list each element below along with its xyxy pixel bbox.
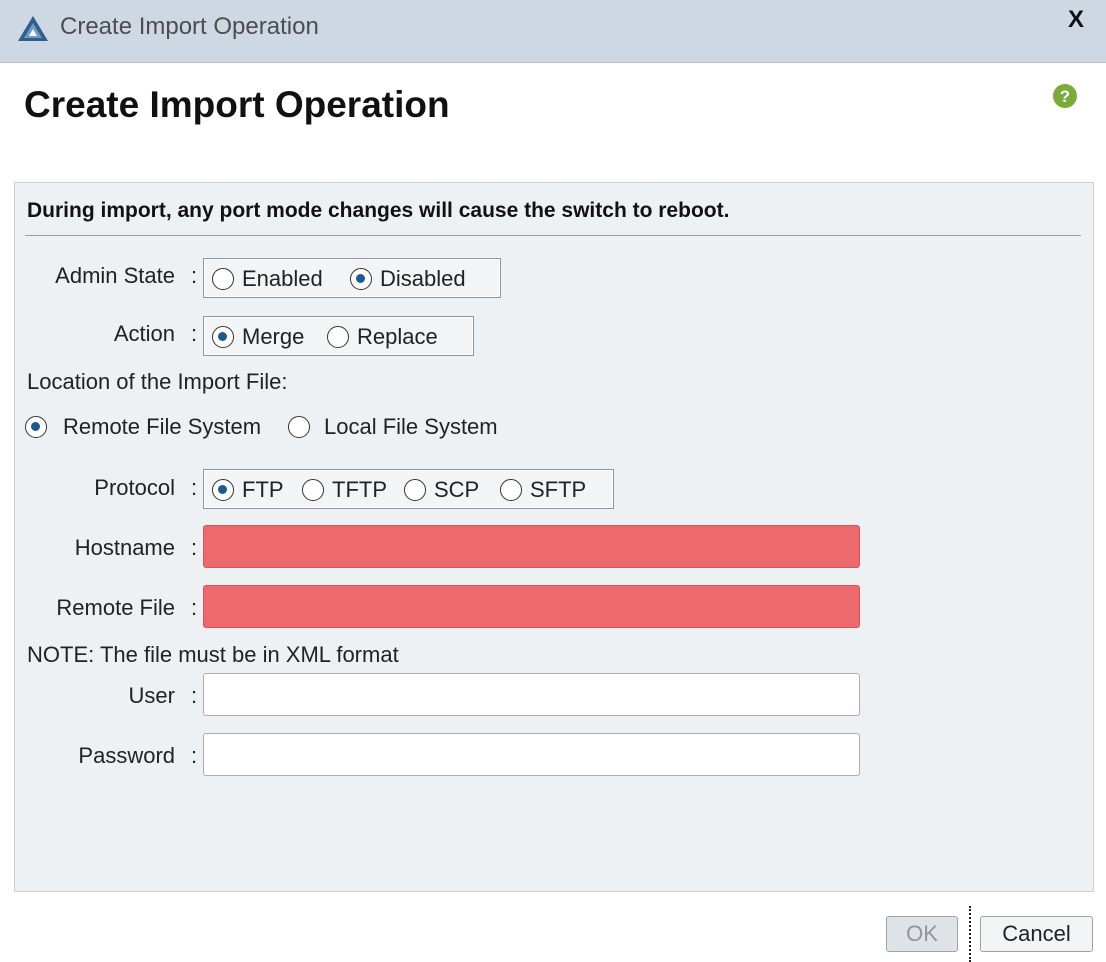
admin-state-enabled-option[interactable]: Enabled: [212, 265, 323, 293]
admin-state-colon: :: [191, 263, 198, 288]
reboot-warning: During import, any port mode changes wil…: [27, 199, 730, 222]
location-label: Location of the Import File:: [27, 369, 288, 394]
radio-checked-icon[interactable]: [350, 268, 372, 290]
password-colon: :: [191, 743, 198, 768]
app-logo-icon: [18, 16, 48, 41]
password-label: Password: [78, 743, 175, 768]
window-title: Create Import Operation: [60, 13, 319, 40]
svg-text:?: ?: [1060, 87, 1070, 106]
admin-state-disabled-option[interactable]: Disabled: [350, 265, 466, 293]
action-label: Action: [113, 321, 175, 346]
protocol-scp-option[interactable]: SCP: [404, 476, 479, 504]
divider: [25, 235, 1081, 236]
protocol-label: Protocol: [94, 475, 175, 500]
remote-file-input[interactable]: [203, 585, 860, 628]
user-colon: :: [191, 683, 198, 708]
location-local-option[interactable]: Local File System: [288, 413, 498, 441]
button-separator: [969, 906, 971, 962]
protocol-ftp-option[interactable]: FTP: [212, 476, 284, 504]
user-input[interactable]: [203, 673, 860, 716]
action-colon: :: [191, 321, 198, 346]
radio-unchecked-icon[interactable]: [327, 326, 349, 348]
form-panel: During import, any port mode changes wil…: [14, 182, 1094, 892]
action-radio-group: Merge Replace: [203, 316, 474, 356]
user-label: User: [128, 683, 175, 708]
admin-state-radio-group: Enabled Disabled: [203, 258, 501, 298]
radio-unchecked-icon[interactable]: [404, 479, 426, 501]
remote-file-colon: :: [191, 595, 198, 620]
radio-unchecked-icon[interactable]: [212, 268, 234, 290]
radio-unchecked-icon[interactable]: [302, 479, 324, 501]
protocol-colon: :: [191, 475, 198, 500]
location-remote-option[interactable]: Remote File System: [25, 413, 261, 441]
hostname-label: Hostname: [74, 535, 175, 560]
remote-file-label: Remote File: [56, 595, 175, 620]
dialog-heading: Create Import Operation: [24, 84, 450, 125]
ok-button[interactable]: OK: [886, 916, 958, 952]
admin-state-label: Admin State: [55, 263, 175, 288]
radio-checked-icon[interactable]: [212, 479, 234, 501]
radio-unchecked-icon[interactable]: [500, 479, 522, 501]
password-input[interactable]: [203, 733, 860, 776]
action-replace-option[interactable]: Replace: [327, 323, 438, 351]
protocol-tftp-option[interactable]: TFTP: [302, 476, 387, 504]
action-merge-option[interactable]: Merge: [212, 323, 304, 351]
close-button[interactable]: X: [1068, 6, 1084, 34]
protocol-radio-group: FTP TFTP SCP SFTP: [203, 469, 614, 509]
radio-checked-icon[interactable]: [212, 326, 234, 348]
window-title-bar: Create Import Operation X: [0, 0, 1106, 63]
protocol-sftp-option[interactable]: SFTP: [500, 476, 586, 504]
hostname-input[interactable]: [203, 525, 860, 568]
help-icon[interactable]: ?: [1052, 83, 1078, 109]
radio-unchecked-icon[interactable]: [288, 416, 310, 438]
hostname-colon: :: [191, 535, 198, 560]
xml-format-note: NOTE: The file must be in XML format: [27, 642, 399, 667]
radio-checked-icon[interactable]: [25, 416, 47, 438]
cancel-button[interactable]: Cancel: [980, 916, 1093, 952]
